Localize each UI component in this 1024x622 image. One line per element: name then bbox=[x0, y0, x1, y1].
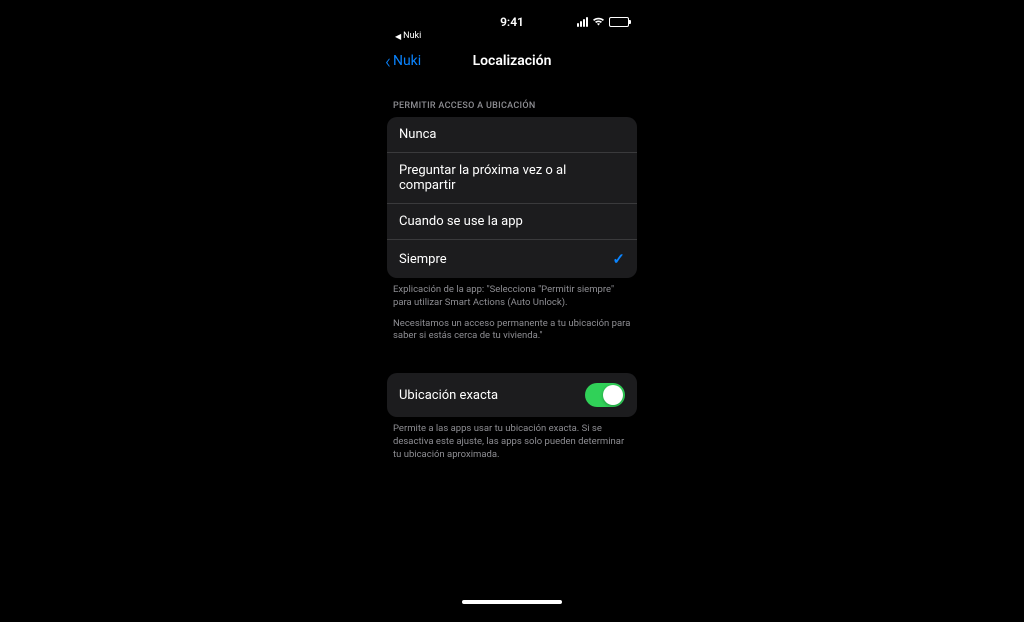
status-indicators bbox=[551, 16, 629, 29]
option-always[interactable]: Siempre ✓ bbox=[387, 240, 637, 278]
phone-screen: 9:41 ◀ Nuki ‹ Nuki Localización PERMITIR… bbox=[377, 10, 647, 610]
precise-location-group: Ubicación exacta bbox=[387, 373, 637, 417]
precise-location-footer: Permite a las apps usar tu ubicación exa… bbox=[377, 417, 647, 461]
section-header-location-access: PERMITIR ACCESO A UBICACIÓN bbox=[377, 81, 647, 117]
precise-location-toggle[interactable] bbox=[585, 383, 625, 407]
option-label: Preguntar la próxima vez o al compartir bbox=[399, 163, 625, 193]
option-while-using[interactable]: Cuando se use la app bbox=[387, 204, 637, 240]
option-never[interactable]: Nunca bbox=[387, 117, 637, 153]
back-button[interactable]: ‹ Nuki bbox=[385, 51, 421, 71]
option-ask-next-time[interactable]: Preguntar la próxima vez o al compartir bbox=[387, 153, 637, 204]
toggle-knob bbox=[603, 385, 623, 405]
chevron-left-icon: ‹ bbox=[385, 51, 391, 71]
option-label: Nunca bbox=[399, 127, 437, 142]
location-access-footer-2: Necesitamos un acceso permanente a tu ub… bbox=[377, 310, 647, 344]
cellular-signal-icon bbox=[577, 17, 588, 27]
precise-location-label: Ubicación exacta bbox=[399, 388, 498, 403]
breadcrumb-caret-icon: ◀ bbox=[395, 32, 401, 41]
status-bar: 9:41 bbox=[377, 10, 647, 30]
wifi-icon bbox=[592, 16, 605, 29]
checkmark-icon: ✓ bbox=[612, 250, 625, 268]
breadcrumb-app-label: Nuki bbox=[403, 31, 421, 41]
location-access-options: Nunca Preguntar la próxima vez o al comp… bbox=[387, 117, 637, 278]
breadcrumb[interactable]: ◀ Nuki bbox=[377, 31, 647, 41]
battery-icon bbox=[609, 17, 629, 27]
home-indicator[interactable] bbox=[462, 600, 562, 604]
page-title: Localización bbox=[473, 53, 552, 69]
option-label: Siempre bbox=[399, 252, 447, 267]
navigation-bar: ‹ Nuki Localización bbox=[377, 41, 647, 81]
status-time: 9:41 bbox=[473, 15, 551, 29]
back-button-label: Nuki bbox=[393, 53, 421, 69]
option-label: Cuando se use la app bbox=[399, 214, 523, 229]
precise-location-row[interactable]: Ubicación exacta bbox=[387, 373, 637, 417]
location-access-footer-1: Explicación de la app: "Selecciona "Perm… bbox=[377, 278, 647, 310]
